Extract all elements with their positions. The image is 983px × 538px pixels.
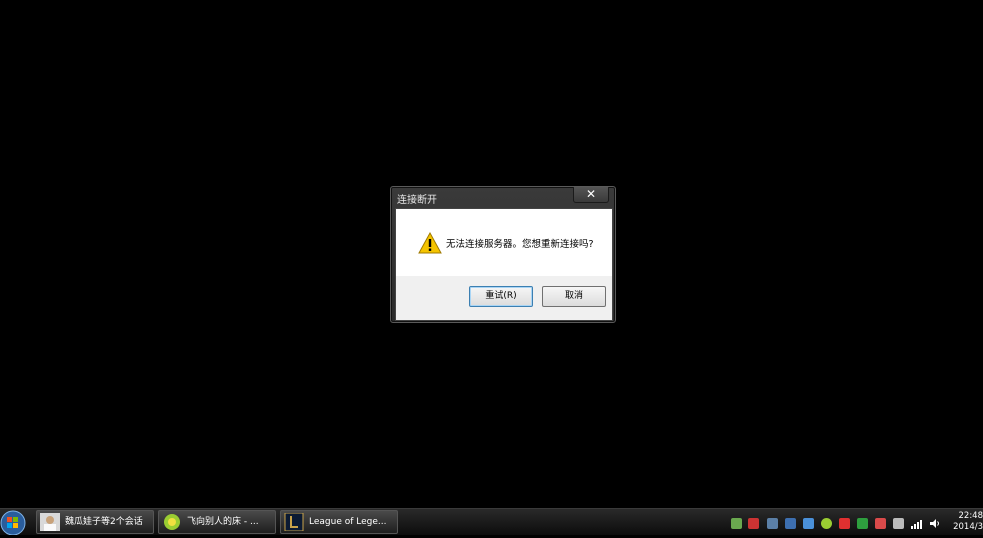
retry-button[interactable]: 重试(R) — [469, 286, 533, 307]
dialog-title: 连接断开 — [397, 195, 437, 206]
button-area: 重试(R) 取消 — [396, 276, 612, 320]
tray-music-icon[interactable] — [821, 518, 832, 529]
taskbar-item-chat[interactable]: 魏瓜娃子等2个会话 — [36, 510, 154, 534]
system-clock[interactable]: 22:48 2014/3 — [953, 511, 983, 533]
league-of-legends-icon — [284, 513, 304, 531]
close-icon: ✕ — [585, 187, 597, 201]
tray-settings-icon[interactable] — [785, 518, 796, 529]
dialog-message: 无法连接服务器。您想重新连接吗? — [446, 239, 594, 250]
clock-date: 2014/3 — [953, 522, 983, 532]
dialog-titlebar[interactable]: 连接断开 ✕ — [391, 187, 615, 207]
tray-game-icon[interactable] — [839, 518, 850, 529]
volume-icon[interactable] — [929, 518, 940, 529]
tray-shield-icon[interactable] — [731, 518, 742, 529]
clock-time: 22:48 — [958, 511, 983, 521]
taskbar-item-label: 魏瓜娃子等2个会话 — [65, 517, 143, 527]
taskbar-item-league[interactable]: League of Lege... — [280, 510, 398, 534]
windows-logo-icon — [0, 510, 26, 536]
cancel-button[interactable]: 取消 — [542, 286, 606, 307]
tray-tool-icon[interactable] — [803, 518, 814, 529]
tray-flag-icon[interactable] — [875, 518, 886, 529]
taskbar-item-label: 飞向别人的床 - ... — [187, 517, 259, 527]
warning-icon — [418, 232, 442, 254]
taskbar: 魏瓜娃子等2个会话 飞向别人的床 - ... League of Lege...… — [0, 508, 983, 536]
connection-dialog: 连接断开 ✕ 无法连接服务器。您想重新连接吗? 重试(R) 取消 — [390, 186, 616, 323]
avatar-icon — [40, 513, 60, 531]
taskbar-item-music[interactable]: 飞向别人的床 - ... — [158, 510, 276, 534]
signal-icon[interactable] — [911, 518, 922, 529]
start-button[interactable] — [0, 509, 28, 536]
tray-app-icon[interactable] — [748, 518, 759, 529]
tray-network-icon[interactable] — [767, 518, 778, 529]
message-area: 无法连接服务器。您想重新连接吗? — [396, 209, 612, 276]
close-button[interactable]: ✕ — [573, 187, 609, 203]
dialog-body: 无法连接服务器。您想重新连接吗? 重试(R) 取消 — [395, 208, 613, 321]
music-player-icon — [164, 514, 180, 530]
taskbar-item-label: League of Lege... — [309, 517, 387, 527]
tray-device-icon[interactable] — [893, 518, 904, 529]
tray-check-icon[interactable] — [857, 518, 868, 529]
